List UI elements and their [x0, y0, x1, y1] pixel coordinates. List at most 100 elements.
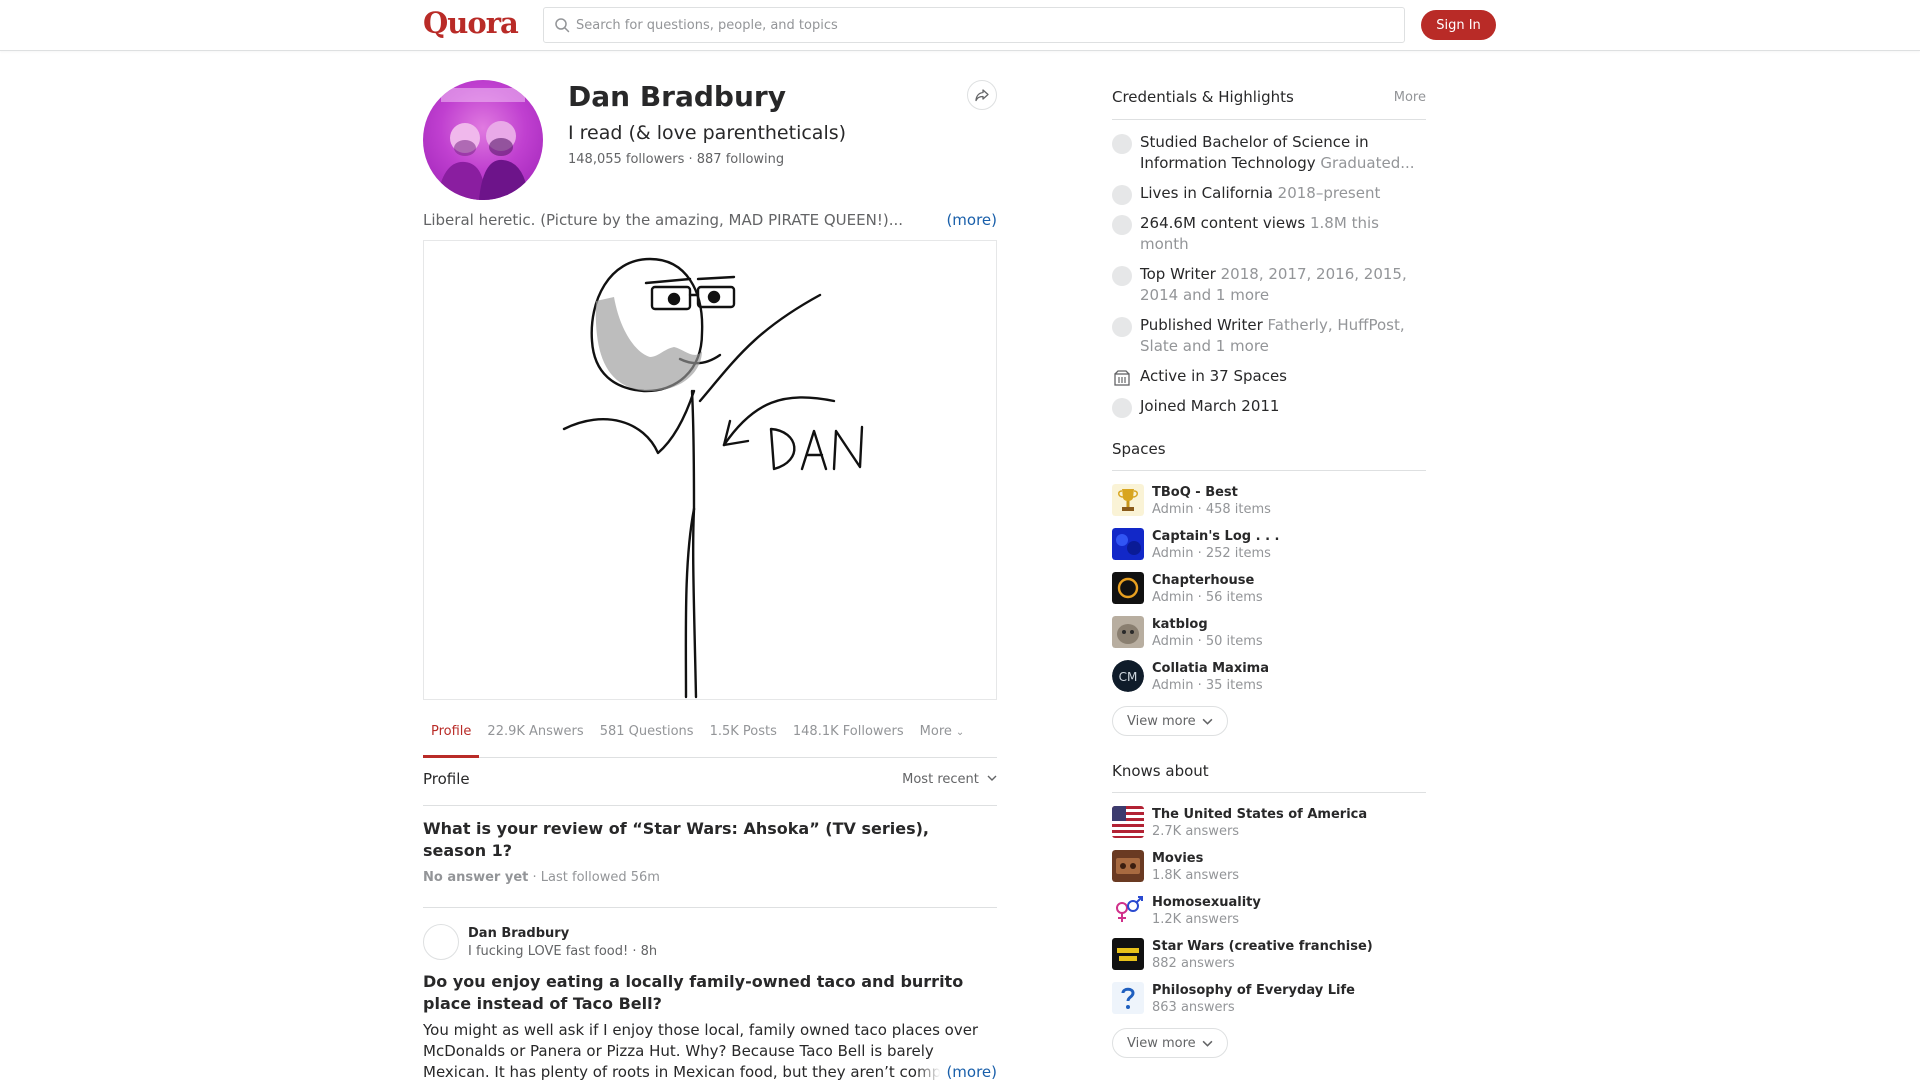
space-monogram-icon: CM [1112, 660, 1144, 692]
topic-item[interactable]: Star Wars (creative franchise) 882 answe… [1112, 934, 1426, 978]
credential-main: Lives in California [1140, 184, 1273, 202]
space-name: katblog [1152, 617, 1208, 632]
cat-icon [1112, 616, 1144, 648]
topic-item[interactable]: The United States of America 2.7K answer… [1112, 802, 1426, 846]
topic-answers: 1.8K answers [1152, 868, 1240, 883]
topic-answers: 882 answers [1152, 956, 1235, 971]
topic-item[interactable]: Philosophy of Everyday Life 863 answers [1112, 978, 1426, 1022]
education-icon [1112, 134, 1132, 154]
credential-sub: Graduated... [1320, 154, 1415, 172]
share-button[interactable] [967, 80, 997, 110]
top-navbar: Quora Sign In [0, 0, 1920, 51]
views-icon [1112, 215, 1132, 235]
search-input[interactable] [576, 17, 1376, 33]
profile-tagline: I read (& love parentheticals) [568, 122, 847, 144]
topic-name: Movies [1152, 851, 1204, 866]
space-item[interactable]: TBoQ - Best Admin · 458 items [1112, 480, 1426, 524]
author-avatar[interactable] [423, 924, 459, 960]
profile-avatar[interactable] [423, 80, 543, 200]
published-icon [1112, 317, 1132, 337]
profile-tabs: Profile 22.9K Answers 581 Questions 1.5K… [423, 714, 997, 758]
share-icon [975, 89, 989, 102]
answer-more-link[interactable]: (more) [916, 1062, 997, 1080]
topic-name: Homosexuality [1152, 895, 1261, 910]
credential-main: Published Writer [1140, 316, 1263, 334]
tab-answers[interactable]: 22.9K Answers [479, 714, 591, 758]
space-meta: Admin · 50 items [1152, 634, 1263, 649]
topic-name: Philosophy of Everyday Life [1152, 983, 1355, 998]
star-wars-icon [1112, 938, 1144, 970]
search-bar[interactable] [543, 7, 1405, 43]
topic-item[interactable]: Movies 1.8K answers [1112, 846, 1426, 890]
no-answer-label: No answer yet [423, 870, 529, 885]
topic-name: Star Wars (creative franchise) [1152, 939, 1373, 954]
question-mark-icon [1112, 982, 1144, 1014]
author-name[interactable]: Dan Bradbury [468, 926, 569, 941]
space-item[interactable]: CM Collatia Maxima Admin · 35 items [1112, 656, 1426, 700]
credential-main: 264.6M content views [1140, 214, 1306, 232]
stick-figure-drawing [562, 257, 864, 699]
chevron-down-icon [1202, 718, 1213, 725]
spaces-header: Spaces [1112, 432, 1426, 471]
space-thumbnail-icon [1112, 528, 1144, 560]
question-meta: No answer yet · Last followed 56m [423, 870, 997, 885]
location-icon [1112, 185, 1132, 205]
space-item[interactable]: katblog Admin · 50 items [1112, 612, 1426, 656]
gender-symbols-icon [1112, 894, 1144, 926]
answer-body: You might as well ask if I enjoy those l… [423, 1020, 997, 1080]
space-item[interactable]: Chapterhouse Admin · 56 items [1112, 568, 1426, 612]
tab-followers[interactable]: 148.1K Followers [785, 714, 912, 758]
knows-about-header: Knows about [1112, 754, 1426, 793]
topic-answers: 863 answers [1152, 1000, 1235, 1015]
space-meta: Admin · 458 items [1152, 502, 1271, 517]
credentials-panel: Credentials & Highlights More Studied Ba… [1112, 80, 1426, 418]
feed-section-header: Profile Most recent [423, 758, 997, 806]
profile-header-drawing [423, 240, 997, 700]
space-name: Captain's Log . . . [1152, 529, 1280, 544]
tab-profile[interactable]: Profile [423, 714, 480, 758]
credential-published: Published Writer Fatherly, HuffPost, Sla… [1112, 315, 1426, 357]
answer-question-title[interactable]: Do you enjoy eating a locally family-own… [423, 971, 997, 1015]
sign-in-button[interactable]: Sign In [1421, 10, 1496, 40]
spaces-view-more-button[interactable]: View more [1112, 706, 1228, 736]
credentials-header: Credentials & Highlights More [1112, 80, 1426, 120]
tab-posts[interactable]: 1.5K Posts [702, 714, 785, 758]
credential-education: Studied Bachelor of Science in Informati… [1112, 132, 1426, 174]
bio-text: Liberal heretic. (Picture by the amazing… [423, 211, 903, 229]
topic-answers: 1.2K answers [1152, 912, 1240, 927]
credential-joined: Joined March 2011 [1112, 396, 1426, 418]
space-name: Collatia Maxima [1152, 661, 1269, 676]
tab-questions[interactable]: 581 Questions [592, 714, 702, 758]
us-flag-icon [1112, 806, 1144, 838]
credential-location: Lives in California 2018–present [1112, 183, 1426, 205]
credential-views: 264.6M content views 1.8M this month [1112, 213, 1426, 255]
knows-about-view-more-button[interactable]: View more [1112, 1028, 1228, 1058]
sort-dropdown[interactable]: Most recent [902, 772, 997, 787]
quora-logo[interactable]: Quora [423, 6, 519, 40]
topic-answers: 2.7K answers [1152, 824, 1240, 839]
space-item[interactable]: Captain's Log . . . Admin · 252 items [1112, 524, 1426, 568]
sort-label: Most recent [902, 772, 979, 787]
spaces-panel: Spaces TBoQ - Best Admin · 458 items Cap… [1112, 432, 1426, 736]
credential-spaces: Active in 37 Spaces [1112, 366, 1426, 387]
question-title-link[interactable]: What is your review of “Star Wars: Ahsok… [423, 818, 997, 862]
spaces-title: Spaces [1112, 440, 1166, 458]
topic-item[interactable]: Homosexuality 1.2K answers [1112, 890, 1426, 934]
chevron-down-icon [987, 775, 997, 781]
last-followed: · Last followed 56m [532, 870, 660, 885]
tab-more[interactable]: More ⌄ [912, 714, 973, 758]
knows-about-panel: Knows about The United States of America… [1112, 754, 1426, 1058]
author-credential: I fucking LOVE fast food! · 8h [468, 944, 658, 959]
credentials-more-link[interactable]: More [1394, 90, 1426, 105]
bio-more-link[interactable]: (more) [946, 211, 997, 229]
credential-main: Top Writer [1140, 265, 1216, 283]
credential-main: Active in 37 Spaces [1140, 367, 1287, 385]
search-icon [555, 18, 570, 33]
trophy-icon [1112, 484, 1144, 516]
space-meta: Admin · 56 items [1152, 590, 1263, 605]
top-writer-icon [1112, 266, 1132, 286]
credentials-title: Credentials & Highlights [1112, 88, 1294, 106]
avatar-photo [437, 88, 529, 200]
topic-name: The United States of America [1152, 807, 1368, 822]
chevron-down-icon: ⌄ [955, 727, 965, 738]
